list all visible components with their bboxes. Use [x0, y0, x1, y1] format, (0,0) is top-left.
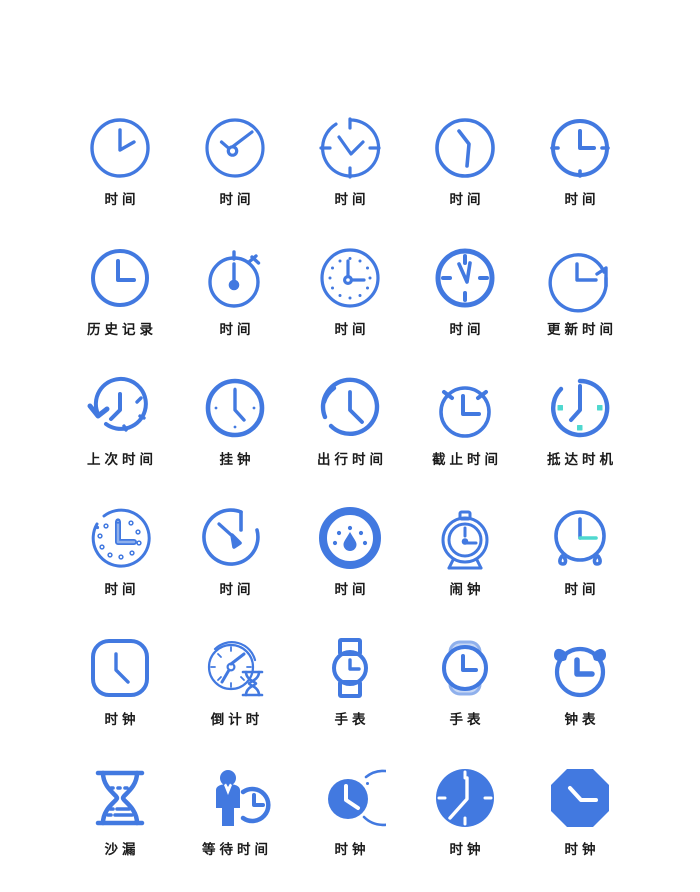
- person-waiting-time-icon: [199, 762, 271, 834]
- stopwatch-timer-icon: [199, 242, 271, 314]
- icon-label: 截止时间: [432, 452, 502, 468]
- icon-cell-alarm-clock-twin-bells[interactable]: 钟表: [523, 632, 638, 762]
- icon-label: 时间: [219, 322, 255, 338]
- icon-cell-clock-tick-marks-open[interactable]: 时间: [293, 112, 408, 242]
- icon-label: 时间: [564, 192, 600, 208]
- icon-cell-clock-arrival-teal-marks[interactable]: 抵达时机: [523, 372, 638, 502]
- icon-label: 出行时间: [317, 452, 387, 468]
- icon-label: 等待时间: [202, 842, 272, 858]
- icon-label: 历史记录: [87, 322, 157, 338]
- icon-cell-stopwatch-timer[interactable]: 时间: [178, 242, 293, 372]
- icon-cell-clock-bold-tick-marks[interactable]: 时间: [523, 112, 638, 242]
- icon-label: 时钟: [449, 842, 485, 858]
- icon-cell-clock-center-hub-hands[interactable]: 时间: [178, 112, 293, 242]
- clock-plain-4oclock-icon: [84, 112, 156, 184]
- icon-label: 挂钟: [219, 452, 255, 468]
- alarm-clock-bell-top-icon: [429, 502, 501, 574]
- icon-cell-countdown-clock-hourglass[interactable]: 倒计时: [178, 632, 293, 762]
- icon-label: 时间: [104, 192, 140, 208]
- icon-label: 钟表: [564, 712, 600, 728]
- clock-bent-hand-icon: [429, 112, 501, 184]
- wristwatch-rounded-band-icon: [429, 632, 501, 704]
- icon-cell-wall-clock[interactable]: 挂钟: [178, 372, 293, 502]
- clock-octagon-filled-icon: [544, 762, 616, 834]
- icon-cell-clock-filled-gauge[interactable]: 时间: [293, 502, 408, 632]
- icon-cell-clock-octagon-filled[interactable]: 时钟: [523, 762, 638, 892]
- icon-cell-clock-filled-with-ring[interactable]: 时钟: [293, 762, 408, 892]
- desk-clock-teal-hand-icon: [544, 502, 616, 574]
- icon-cell-clock-plain-4oclock[interactable]: 时间: [63, 112, 178, 242]
- clock-single-pointer-gauge-icon: [199, 502, 271, 574]
- icon-cell-clock-back-arrow-last-time[interactable]: 上次时间: [63, 372, 178, 502]
- icon-label: 更新时间: [547, 322, 617, 338]
- icon-cell-clock-circle-dots-dial[interactable]: 时间: [63, 502, 178, 632]
- icon-sheet: 时间 时间 时间 时间 时间 历史记录 时间 时间 时间 更新时间 上次时间 挂…: [0, 0, 700, 882]
- icon-cell-hourglass-sand[interactable]: 沙漏: [63, 762, 178, 892]
- icon-cell-wristwatch-square-band[interactable]: 手表: [293, 632, 408, 762]
- alarm-clock-deadline-icon: [429, 372, 501, 444]
- icon-label: 闹钟: [449, 582, 485, 598]
- clock-departure-time-icon: [314, 372, 386, 444]
- clock-center-hub-hands-icon: [199, 112, 271, 184]
- icon-cell-clock-thick-ring-ticks[interactable]: 时间: [408, 242, 523, 372]
- icon-label: 时间: [449, 322, 485, 338]
- clock-filled-with-ring-icon: [314, 762, 386, 834]
- icon-label: 时间: [334, 192, 370, 208]
- icon-label: 倒计时: [210, 712, 264, 728]
- icon-cell-alarm-clock-deadline[interactable]: 截止时间: [408, 372, 523, 502]
- icon-label: 时钟: [104, 712, 140, 728]
- clock-refresh-arrow-icon: [544, 242, 616, 314]
- icon-label: 时钟: [334, 842, 370, 858]
- clock-filled-tick-marks-icon: [429, 762, 501, 834]
- icon-label: 时间: [564, 582, 600, 598]
- clock-filled-gauge-icon: [314, 502, 386, 574]
- clock-dotted-dial-icon: [314, 242, 386, 314]
- clock-back-arrow-last-time-icon: [84, 372, 156, 444]
- countdown-clock-hourglass-icon: [199, 632, 271, 704]
- hourglass-sand-icon: [84, 762, 156, 834]
- icon-cell-clock-bent-hand[interactable]: 时间: [408, 112, 523, 242]
- clock-thick-ring-ticks-icon: [429, 242, 501, 314]
- clock-history-record-icon: [84, 242, 156, 314]
- icon-cell-person-waiting-time[interactable]: 等待时间: [178, 762, 293, 892]
- icon-label: 时间: [219, 582, 255, 598]
- icon-cell-clock-history-record[interactable]: 历史记录: [63, 242, 178, 372]
- icon-label: 沙漏: [104, 842, 140, 858]
- icon-grid: 时间 时间 时间 时间 时间 历史记录 时间 时间 时间 更新时间 上次时间 挂…: [0, 112, 700, 892]
- icon-label: 时间: [334, 582, 370, 598]
- alarm-clock-twin-bells-icon: [544, 632, 616, 704]
- icon-label: 手表: [449, 712, 485, 728]
- icon-cell-desk-clock-teal-hand[interactable]: 时间: [523, 502, 638, 632]
- wristwatch-square-band-icon: [314, 632, 386, 704]
- icon-cell-clock-refresh-arrow[interactable]: 更新时间: [523, 242, 638, 372]
- wall-clock-icon: [199, 372, 271, 444]
- clock-arrival-teal-marks-icon: [544, 372, 616, 444]
- icon-cell-clock-filled-tick-marks[interactable]: 时钟: [408, 762, 523, 892]
- icon-label: 时间: [334, 322, 370, 338]
- icon-label: 抵达时机: [547, 452, 617, 468]
- clock-rounded-square-icon: [84, 632, 156, 704]
- clock-tick-marks-open-icon: [314, 112, 386, 184]
- icon-label: 时间: [449, 192, 485, 208]
- icon-cell-clock-dotted-dial[interactable]: 时间: [293, 242, 408, 372]
- icon-label: 手表: [334, 712, 370, 728]
- icon-cell-alarm-clock-bell-top[interactable]: 闹钟: [408, 502, 523, 632]
- icon-cell-clock-rounded-square[interactable]: 时钟: [63, 632, 178, 762]
- icon-label: 上次时间: [87, 452, 157, 468]
- icon-label: 时钟: [564, 842, 600, 858]
- icon-label: 时间: [219, 192, 255, 208]
- clock-circle-dots-dial-icon: [84, 502, 156, 574]
- clock-bold-tick-marks-icon: [544, 112, 616, 184]
- icon-cell-wristwatch-rounded-band[interactable]: 手表: [408, 632, 523, 762]
- icon-label: 时间: [104, 582, 140, 598]
- icon-cell-clock-departure-time[interactable]: 出行时间: [293, 372, 408, 502]
- icon-cell-clock-single-pointer-gauge[interactable]: 时间: [178, 502, 293, 632]
